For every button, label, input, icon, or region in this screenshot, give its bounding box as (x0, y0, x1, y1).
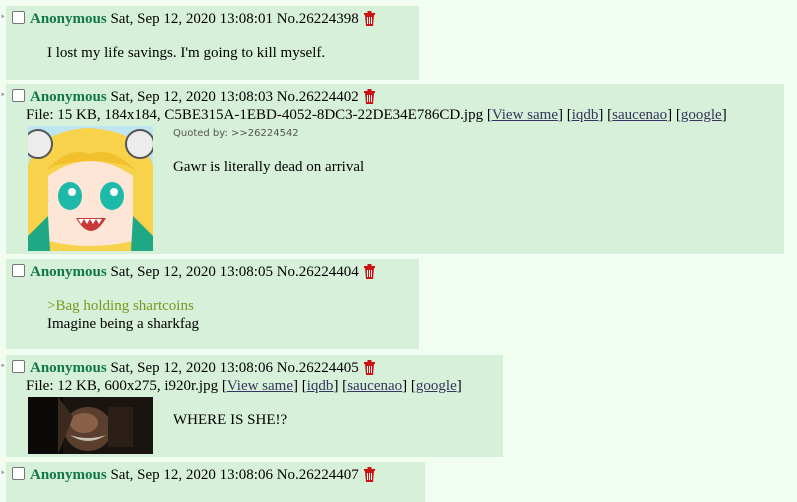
file-info: File: 15 KB, 184x184, C5BE315A-1EBD-4052… (26, 107, 727, 123)
post-text-line: I lost my life savings. I'm going to kil… (47, 45, 326, 61)
poster-name: Anonymous (30, 467, 107, 483)
poster-name: Anonymous (30, 89, 107, 105)
post-header: Anonymous Sat, Sep 12, 2020 13:08:06 No.… (12, 466, 376, 487)
file-description: File: 12 KB, 600x275, i920r.jpg (26, 378, 219, 394)
view-same-link[interactable]: View same (492, 107, 558, 123)
post-body: Gawr is literally dead on arrival (173, 158, 364, 176)
dark-face-thumbnail[interactable] (28, 397, 153, 454)
anime-girl-thumbnail[interactable] (28, 126, 153, 251)
select-checkbox[interactable] (12, 467, 25, 480)
poster-name: Anonymous (30, 360, 107, 376)
post-26224398: ‣ Anonymous Sat, Sep 12, 2020 13:08:01 N… (0, 6, 419, 80)
post-header: Anonymous Sat, Sep 12, 2020 13:08:05 No.… (12, 263, 376, 284)
post-body: WHERE IS SHE!? (173, 411, 287, 429)
trash-icon[interactable] (363, 264, 376, 284)
post-text-line: Gawr is literally dead on arrival (173, 159, 365, 175)
post-number[interactable]: No.26224407 (277, 467, 359, 483)
quoted-by[interactable]: Quoted by: >>26224542 (173, 128, 299, 139)
trash-icon[interactable] (363, 467, 376, 487)
poster-name: Anonymous (30, 264, 107, 280)
google-link[interactable]: google (416, 378, 457, 394)
post-marker: ‣ (0, 12, 6, 23)
post-26224402: ‣ Anonymous Sat, Sep 12, 2020 13:08:03 N… (0, 84, 784, 254)
post-datetime: Sat, Sep 12, 2020 13:08:06 (110, 467, 273, 483)
post-datetime: Sat, Sep 12, 2020 13:08:06 (110, 360, 273, 376)
file-info: File: 12 KB, 600x275, i920r.jpg [View sa… (26, 378, 462, 394)
post-body: I lost my life savings. I'm going to kil… (47, 44, 325, 62)
post-number[interactable]: No.26224398 (277, 11, 359, 27)
post-26224407: ‣ Anonymous Sat, Sep 12, 2020 13:08:06 N… (0, 462, 425, 502)
select-checkbox[interactable] (12, 264, 25, 277)
post-number[interactable]: No.26224405 (277, 360, 359, 376)
trash-icon[interactable] (363, 11, 376, 31)
view-same-link[interactable]: View same (227, 378, 293, 394)
post-marker: ‣ (0, 468, 6, 479)
saucenao-link[interactable]: saucenao (347, 378, 402, 394)
select-checkbox[interactable] (12, 11, 25, 24)
post-body: >Bag holding shartcoins Imagine being a … (47, 297, 199, 333)
iqdb-link[interactable]: iqdb (572, 107, 599, 123)
post-marker: ‣ (0, 90, 6, 101)
saucenao-link[interactable]: saucenao (612, 107, 667, 123)
select-checkbox[interactable] (12, 89, 25, 102)
post-number[interactable]: No.26224404 (277, 264, 359, 280)
post-text-line: WHERE IS SHE!? (173, 412, 288, 428)
file-description: File: 15 KB, 184x184, C5BE315A-1EBD-4052… (26, 107, 484, 123)
post-header: Anonymous Sat, Sep 12, 2020 13:08:01 No.… (12, 10, 376, 31)
post-datetime: Sat, Sep 12, 2020 13:08:01 (110, 11, 273, 27)
poster-name: Anonymous (30, 11, 107, 27)
post-marker: ‣ (0, 361, 6, 372)
post-text-line: Imagine being a sharkfag (47, 316, 200, 332)
post-26224404: Anonymous Sat, Sep 12, 2020 13:08:05 No.… (6, 259, 419, 349)
post-26224405: ‣ Anonymous Sat, Sep 12, 2020 13:08:06 N… (0, 355, 503, 457)
select-checkbox[interactable] (12, 360, 25, 373)
google-link[interactable]: google (681, 107, 722, 123)
greentext-line: >Bag holding shartcoins (47, 298, 194, 314)
post-datetime: Sat, Sep 12, 2020 13:08:03 (110, 89, 273, 105)
post-number[interactable]: No.26224402 (277, 89, 359, 105)
iqdb-link[interactable]: iqdb (307, 378, 334, 394)
post-datetime: Sat, Sep 12, 2020 13:08:05 (110, 264, 273, 280)
